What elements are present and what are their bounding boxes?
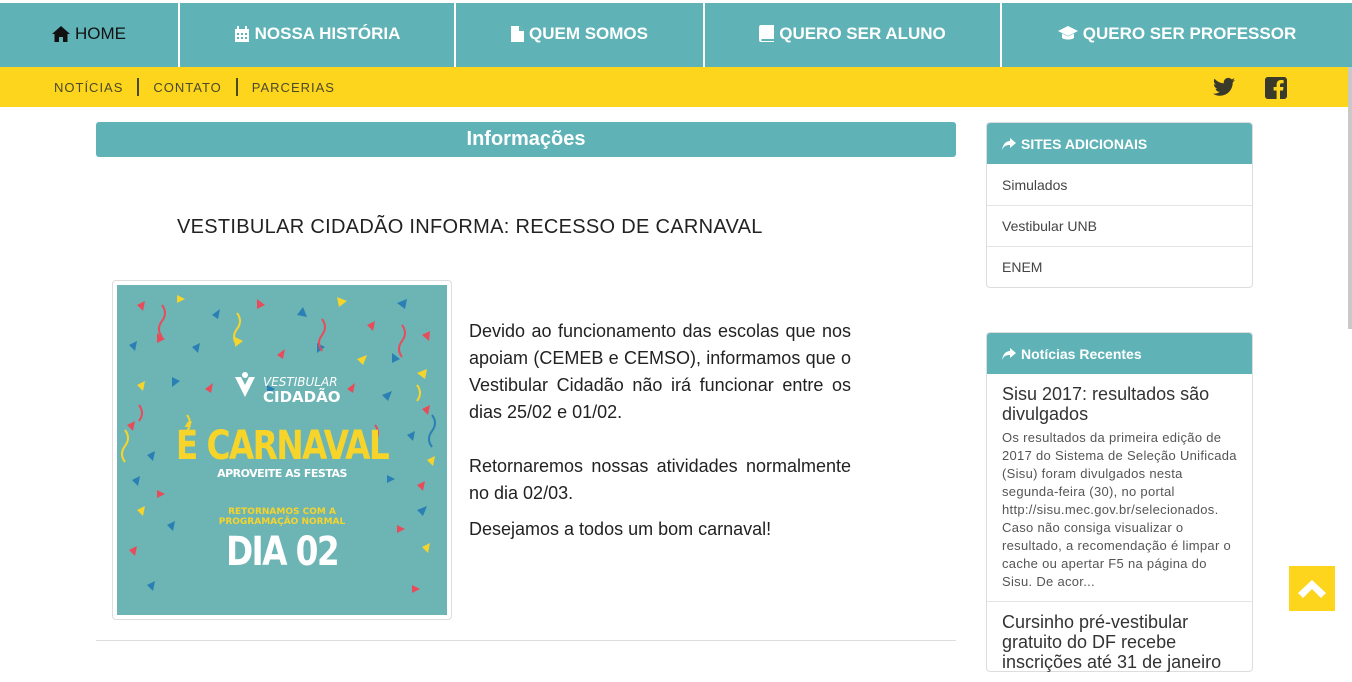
nav-quero-ser-aluno-label: QUERO SER ALUNO xyxy=(779,23,946,43)
post-title[interactable]: VESTIBULAR CIDADÃO INFORMA: RECESSO DE C… xyxy=(177,216,763,239)
post-body: Devido ao funcionamento das escolas que … xyxy=(469,318,851,570)
nav-quero-ser-professor[interactable]: QUERO SER PROFESSOR xyxy=(1002,0,1352,67)
home-icon xyxy=(52,25,70,42)
post-paragraph: Devido ao funcionamento das escolas que … xyxy=(469,321,851,422)
news-panel: Notícias Recentes Sisu 2017: resultados … xyxy=(986,332,1253,672)
facebook-icon xyxy=(1265,77,1287,99)
sub-link-contato[interactable]: CONTATO xyxy=(153,80,221,95)
nav-quem-somos-label: QUEM SOMOS xyxy=(528,23,648,43)
scrollbar[interactable] xyxy=(1348,67,1352,329)
calendar-icon xyxy=(234,25,249,42)
section-title: Informações xyxy=(96,122,956,157)
file-icon xyxy=(510,25,524,42)
news-title[interactable]: Cursinho pré-vestibular gratuito do DF r… xyxy=(1002,612,1237,672)
divider xyxy=(235,78,238,96)
book-icon xyxy=(759,25,775,42)
sites-panel-title: SITES ADICIONAIS xyxy=(1021,135,1148,152)
nav-nossa-historia-label: NOSSA HISTÓRIA xyxy=(254,23,401,43)
sub-link-noticias[interactable]: NOTÍCIAS xyxy=(54,80,123,95)
poster-return-line2: PROGRAMAÇÃO NORMAL xyxy=(218,517,346,527)
nav-quero-ser-aluno[interactable]: QUERO SER ALUNO xyxy=(705,0,1002,67)
nav-home[interactable]: HOME xyxy=(0,0,180,67)
scroll-to-top-button[interactable] xyxy=(1289,566,1335,611)
divider xyxy=(137,78,140,96)
facebook-link[interactable] xyxy=(1265,77,1287,99)
news-panel-header: Notícias Recentes xyxy=(987,333,1252,374)
share-arrow-icon xyxy=(1002,347,1016,360)
nav-nossa-historia[interactable]: NOSSA HISTÓRIA xyxy=(180,0,456,67)
chevron-up-icon xyxy=(1298,579,1326,598)
sub-bar: NOTÍCIAS CONTATO PARCERIAS xyxy=(0,67,1352,107)
poster-logo-top: VESTIBULAR xyxy=(263,375,338,389)
news-excerpt: Os resultados da primeira edição de 2017… xyxy=(1002,430,1237,589)
nav-top-strip xyxy=(0,0,1352,3)
sidebar-link-simulados[interactable]: Simulados xyxy=(987,164,1252,205)
post-paragraph: Desejamos a todos um bom carnaval! xyxy=(469,519,772,539)
share-arrow-icon xyxy=(1002,137,1016,150)
sites-panel-header: SITES ADICIONAIS xyxy=(987,123,1252,164)
sidebar-link-enem[interactable]: ENEM xyxy=(987,246,1252,287)
list-item[interactable]: Cursinho pré-vestibular gratuito do DF r… xyxy=(987,602,1252,682)
sidebar-link-vestibular-unb[interactable]: Vestibular UNB xyxy=(987,205,1252,246)
twitter-icon xyxy=(1213,77,1235,96)
list-item[interactable]: Sisu 2017: resultados são divulgados Os … xyxy=(987,374,1252,602)
poster-return-line1: RETORNAMOS COM A xyxy=(228,507,336,517)
poster-day: DIA 02 xyxy=(225,529,340,575)
post-paragraph: Retornaremos nossas atividades normalmen… xyxy=(469,456,851,503)
graduation-cap-icon xyxy=(1057,26,1078,40)
sub-link-parcerias[interactable]: PARCERIAS xyxy=(252,80,335,95)
nav-quem-somos[interactable]: QUEM SOMOS xyxy=(456,0,705,67)
news-title[interactable]: Sisu 2017: resultados são divulgados xyxy=(1002,384,1237,424)
sub-nav: NOTÍCIAS CONTATO PARCERIAS xyxy=(54,67,335,107)
carnaval-poster: VESTIBULAR CIDADÃO É CARNAVAL APROVEITE … xyxy=(117,285,447,615)
content-divider xyxy=(96,640,956,641)
twitter-link[interactable] xyxy=(1213,77,1235,97)
poster-headline: É CARNAVAL xyxy=(175,423,390,469)
poster-logo-bottom: CIDADÃO xyxy=(263,388,341,406)
poster-subline: APROVEITE AS FESTAS xyxy=(217,467,347,480)
nav-home-label: HOME xyxy=(75,23,126,43)
news-panel-title: Notícias Recentes xyxy=(1021,345,1142,362)
poster-frame: VESTIBULAR CIDADÃO É CARNAVAL APROVEITE … xyxy=(112,280,452,620)
main-nav: HOME NOSSA HISTÓRIA QUEM SOMOS QUERO SER… xyxy=(0,0,1352,67)
nav-quero-ser-professor-label: QUERO SER PROFESSOR xyxy=(1082,23,1297,43)
sites-panel: SITES ADICIONAIS Simulados Vestibular UN… xyxy=(986,122,1253,288)
